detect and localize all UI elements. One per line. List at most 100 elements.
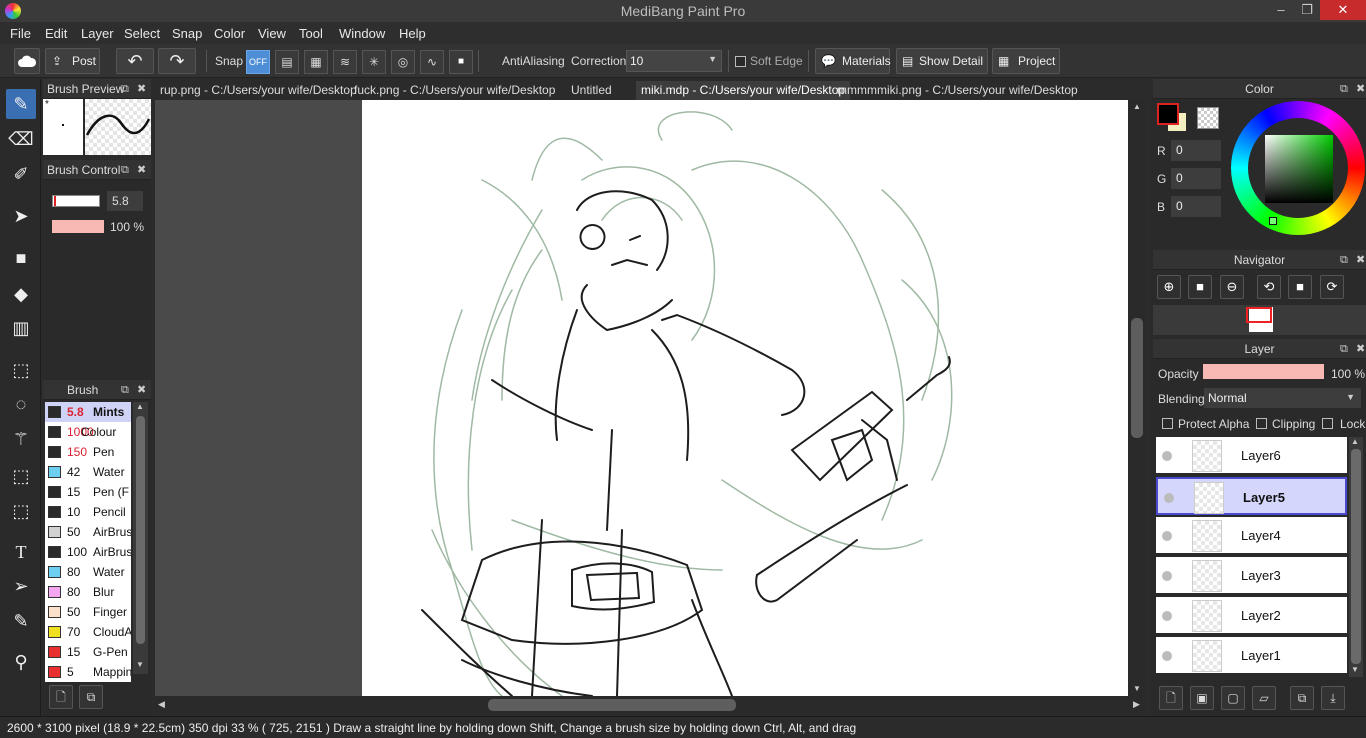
popout-icon[interactable]: ⧉ bbox=[121, 160, 129, 180]
brush-list-item[interactable]: 100 AirBrus bbox=[45, 542, 131, 562]
pen-tool-button[interactable]: ✎ bbox=[6, 89, 36, 119]
new-halftone-layer-button[interactable]: ▣ bbox=[1190, 686, 1214, 710]
foreground-color-swatch[interactable] bbox=[1157, 103, 1179, 125]
tab-untitled[interactable]: Untitled bbox=[566, 81, 617, 100]
canvas-horizontal-scrollbar[interactable]: ◀ ▶ bbox=[155, 696, 1145, 714]
parallel-snap-button[interactable]: ▤ bbox=[275, 50, 299, 74]
layer-list-scrollbar[interactable]: ▲ ▼ bbox=[1349, 437, 1363, 677]
layer-row[interactable]: Layer3 bbox=[1156, 557, 1347, 595]
scrollbar-thumb[interactable] bbox=[488, 699, 736, 711]
snap-off-toggle[interactable]: OFF bbox=[246, 50, 270, 74]
move-tool-button[interactable]: ➤ bbox=[6, 201, 36, 231]
scrollbar-thumb[interactable] bbox=[1131, 318, 1143, 438]
brush-list-item[interactable]: 15 Pen (F bbox=[45, 482, 131, 502]
rotate-left-button[interactable]: ⟲ bbox=[1257, 275, 1281, 299]
circle-snap-button[interactable]: ◎ bbox=[391, 50, 415, 74]
menu-layer[interactable]: Layer bbox=[81, 26, 114, 41]
menu-window[interactable]: Window bbox=[339, 26, 385, 41]
canvas-vertical-scrollbar[interactable]: ▲ ▼ bbox=[1128, 100, 1146, 696]
new-1bit-layer-button[interactable]: ▢ bbox=[1221, 686, 1245, 710]
blue-value-field[interactable]: 0 bbox=[1171, 196, 1221, 217]
brush-list-item[interactable]: 5 Mappin bbox=[45, 662, 131, 682]
brush-list-item[interactable]: 80 Blur bbox=[45, 582, 131, 602]
brush-list-item[interactable]: 1000 Colour bbox=[45, 422, 131, 442]
grid-snap-button[interactable]: ▦ bbox=[304, 50, 328, 74]
popout-icon[interactable]: ⧉ bbox=[121, 380, 129, 400]
curve-snap-button[interactable]: ∿ bbox=[420, 50, 444, 74]
red-value-field[interactable]: 0 bbox=[1171, 140, 1221, 161]
copy-brush-button[interactable]: ⧉ bbox=[79, 685, 103, 709]
new-layer-button[interactable]: 🗋 bbox=[1159, 686, 1183, 710]
scrollbar-thumb[interactable] bbox=[136, 416, 145, 644]
bucket-tool-button[interactable]: ◆ bbox=[6, 279, 36, 309]
navigator-preview[interactable] bbox=[1153, 305, 1366, 335]
visibility-eye-icon[interactable] bbox=[1162, 651, 1172, 661]
layer-row[interactable]: Layer4 bbox=[1156, 517, 1347, 555]
cloud-button[interactable] bbox=[14, 48, 40, 74]
brush-list-item[interactable]: 70 CloudA bbox=[45, 622, 131, 642]
radial-snap-button[interactable]: ✳ bbox=[362, 50, 386, 74]
scrollbar-thumb[interactable] bbox=[1351, 449, 1361, 664]
brush-shape-button[interactable]: ■ bbox=[449, 50, 473, 74]
layer-opacity-slider[interactable] bbox=[1203, 364, 1324, 379]
hue-marker[interactable] bbox=[1269, 217, 1277, 225]
tab-fuck[interactable]: fuck.png - C:/Users/your wife/Desktop bbox=[349, 81, 560, 100]
visibility-eye-icon[interactable] bbox=[1162, 611, 1172, 621]
duplicate-layer-button[interactable]: ⧉ bbox=[1290, 686, 1314, 710]
magic-wand-tool-button[interactable]: ⚚ bbox=[6, 424, 36, 454]
menu-file[interactable]: File bbox=[10, 26, 31, 41]
close-icon[interactable]: ✖ bbox=[1356, 339, 1365, 359]
rect-select-tool-button[interactable]: ⬚ bbox=[6, 355, 36, 385]
menu-color[interactable]: Color bbox=[214, 26, 245, 41]
gradient-tool-button[interactable]: ▥ bbox=[6, 313, 36, 343]
visibility-eye-icon[interactable] bbox=[1162, 451, 1172, 461]
popout-icon[interactable]: ⧉ bbox=[1340, 79, 1348, 99]
canvas-area[interactable] bbox=[155, 100, 1128, 696]
menu-snap[interactable]: Snap bbox=[172, 26, 202, 41]
close-button[interactable]: ✕ bbox=[1320, 0, 1366, 20]
dot-pen-tool-button[interactable]: ✐ bbox=[6, 159, 36, 189]
reset-rotation-button[interactable]: ■ bbox=[1288, 275, 1312, 299]
zoom-in-button[interactable]: ⊕ bbox=[1157, 275, 1181, 299]
protect-alpha-checkbox[interactable] bbox=[1162, 418, 1173, 429]
navigator-viewport-frame[interactable] bbox=[1246, 307, 1272, 323]
brush-list-item[interactable]: 15 G-Pen bbox=[45, 642, 131, 662]
layer-row[interactable]: Layer6 bbox=[1156, 437, 1347, 475]
close-icon[interactable]: ✖ bbox=[1356, 79, 1365, 99]
select-pen-tool-button[interactable]: ⬚ bbox=[6, 461, 36, 491]
popout-icon[interactable]: ⧉ bbox=[121, 79, 129, 99]
visibility-eye-icon[interactable] bbox=[1162, 531, 1172, 541]
close-icon[interactable]: ✖ bbox=[1356, 250, 1365, 270]
close-icon[interactable]: ✖ bbox=[137, 160, 146, 180]
blending-select[interactable]: Normal ▼ bbox=[1204, 388, 1361, 408]
saturation-value-square[interactable] bbox=[1265, 135, 1333, 203]
redo-button[interactable]: ↷ bbox=[158, 48, 196, 74]
brush-list-item[interactable]: 5.8 Mints bbox=[45, 402, 131, 422]
show-detail-button[interactable]: ▤ Show Detail bbox=[896, 48, 988, 74]
materials-button[interactable]: 💬 Materials bbox=[815, 48, 891, 74]
brush-list-scrollbar[interactable]: ▲ ▼ bbox=[133, 402, 148, 674]
menu-tool[interactable]: Tool bbox=[299, 26, 323, 41]
fill-shape-tool-button[interactable]: ■ bbox=[6, 243, 36, 273]
text-tool-button[interactable]: T bbox=[6, 537, 36, 567]
merge-down-button[interactable]: ⤓ bbox=[1321, 686, 1345, 710]
popout-icon[interactable]: ⧉ bbox=[1340, 250, 1348, 270]
fit-button[interactable]: ■ bbox=[1188, 275, 1212, 299]
import-layer-button[interactable]: ▱ bbox=[1252, 686, 1276, 710]
eyedropper-tool-button[interactable]: ⚲ bbox=[6, 647, 36, 677]
tab-mmmmmiki[interactable]: mmmmmiki.png - C:/Users/your wife/Deskto… bbox=[832, 81, 1083, 100]
menu-edit[interactable]: Edit bbox=[45, 26, 67, 41]
select-eraser-tool-button[interactable]: ⬚ bbox=[6, 496, 36, 526]
soft-edge-checkbox[interactable] bbox=[735, 56, 746, 67]
brush-list-item[interactable]: 150 Pen bbox=[45, 442, 131, 462]
rotate-right-button[interactable]: ⟳ bbox=[1320, 275, 1344, 299]
brush-list-item[interactable]: 80 Water bbox=[45, 562, 131, 582]
perspective-snap-button[interactable]: ≋ bbox=[333, 50, 357, 74]
visibility-eye-icon[interactable] bbox=[1164, 493, 1174, 503]
brush-opacity-slider[interactable] bbox=[52, 220, 104, 233]
brush-list-item[interactable]: 50 AirBrus bbox=[45, 522, 131, 542]
operation-tool-button[interactable]: ➢ bbox=[6, 571, 36, 601]
brush-size-value[interactable]: 5.8 bbox=[107, 191, 143, 211]
tab-rup[interactable]: rup.png - C:/Users/your wife/Desktop bbox=[155, 81, 362, 100]
menu-view[interactable]: View bbox=[258, 26, 286, 41]
